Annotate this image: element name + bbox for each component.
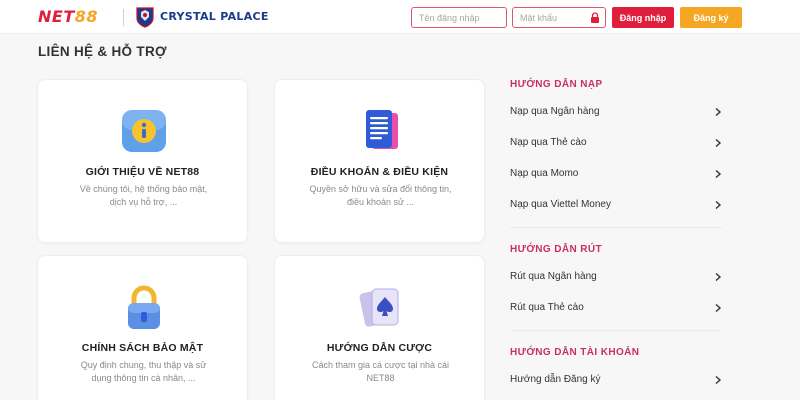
sidebar-item-withdraw-card[interactable]: Rút qua Thẻ cào <box>510 302 722 316</box>
playing-cards-icon <box>359 288 399 327</box>
chevron-right-icon <box>715 169 722 179</box>
card-title: CHÍNH SÁCH BẢO MẬT <box>81 342 204 354</box>
chevron-right-icon <box>715 303 722 313</box>
username-input[interactable] <box>411 7 507 28</box>
chevron-right-icon <box>715 138 722 148</box>
card-description: Quy định chung, thu thập và sử dụng thôn… <box>80 360 207 383</box>
card-description: Quyền sở hữu và sửa đổi thông tin, điều … <box>309 184 452 207</box>
chevron-right-icon <box>715 107 722 117</box>
top-header: NET88 CRYSTAL PALACE Đăng nhập Đăng ký <box>0 0 800 34</box>
sidebar-item-label: Hướng dẫn Đăng ký <box>510 374 601 385</box>
card-description: Cách tham gia cá cược tại nhà cái NET88 <box>312 360 449 383</box>
card-betting-guide[interactable]: HƯỚNG DẪN CƯỢC Cách tham gia cá cược tại… <box>274 255 485 400</box>
card-terms-conditions[interactable]: ĐIỀU KHOẢN & ĐIỀU KIỆN Quyền sở hữu và s… <box>274 79 485 243</box>
card-description: Về chúng tôi, hệ thống bảo mật, dịch vụ … <box>79 184 208 207</box>
info-icon <box>122 110 166 152</box>
sidebar-item-deposit-bank[interactable]: Nạp qua Ngân hàng <box>510 106 722 120</box>
sidebar-item-withdraw-bank[interactable]: Rút qua Ngân hàng <box>510 271 722 285</box>
chevron-right-icon <box>715 375 722 385</box>
logo-prefix: NET <box>38 7 75 26</box>
sidebar-divider <box>510 330 722 331</box>
sidebar-item-label: Rút qua Thẻ cào <box>510 302 584 313</box>
page-title: LIÊN HỆ & HỖ TRỢ <box>38 44 167 59</box>
sidebar-item-account-register[interactable]: Hướng dẫn Đăng ký <box>510 374 722 388</box>
net88-logo[interactable]: NET88 <box>38 8 98 26</box>
sidebar-item-label: Nạp qua Momo <box>510 168 579 179</box>
sidebar-item-label: Nạp qua Ngân hàng <box>510 106 600 117</box>
sidebar-item-deposit-viettel[interactable]: Nạp qua Viettel Money <box>510 199 722 213</box>
register-button[interactable]: Đăng ký <box>680 7 742 28</box>
sidebar-item-label: Nạp qua Thẻ cào <box>510 137 587 148</box>
deposit-guide-heading: HƯỚNG DẪN NẠP <box>510 79 603 90</box>
header-divider <box>123 9 124 26</box>
partner-name: CRYSTAL PALACE <box>160 10 269 23</box>
card-about-net88[interactable]: GIỚI THIỆU VỀ NET88 Về chúng tôi, hệ thố… <box>37 79 248 243</box>
sidebar-item-label: Nạp qua Viettel Money <box>510 199 611 210</box>
withdraw-guide-heading: HƯỚNG DẪN RÚT <box>510 244 603 255</box>
login-button[interactable]: Đăng nhập <box>612 7 674 28</box>
card-privacy-policy[interactable]: CHÍNH SÁCH BẢO MẬT Quy định chung, thu t… <box>37 255 248 400</box>
chevron-right-icon <box>715 272 722 282</box>
chevron-right-icon <box>715 200 722 210</box>
card-title: GIỚI THIỆU VỀ NET88 <box>85 166 200 178</box>
document-icon <box>366 110 398 149</box>
sidebar-divider <box>510 227 722 228</box>
card-title: HƯỚNG DẪN CƯỢC <box>326 342 433 354</box>
account-guide-heading: HƯỚNG DẪN TÀI KHOẢN <box>510 347 640 358</box>
padlock-icon <box>128 285 160 329</box>
sidebar-item-deposit-card[interactable]: Nạp qua Thẻ cào <box>510 137 722 151</box>
sidebar-item-label: Rút qua Ngân hàng <box>510 271 597 282</box>
logo-suffix: 88 <box>74 7 98 26</box>
lock-icon <box>591 12 599 23</box>
crystal-palace-crest-icon <box>136 7 154 28</box>
sidebar-item-deposit-momo[interactable]: Nạp qua Momo <box>510 168 722 182</box>
card-title: ĐIỀU KHOẢN & ĐIỀU KIỆN <box>310 166 449 178</box>
